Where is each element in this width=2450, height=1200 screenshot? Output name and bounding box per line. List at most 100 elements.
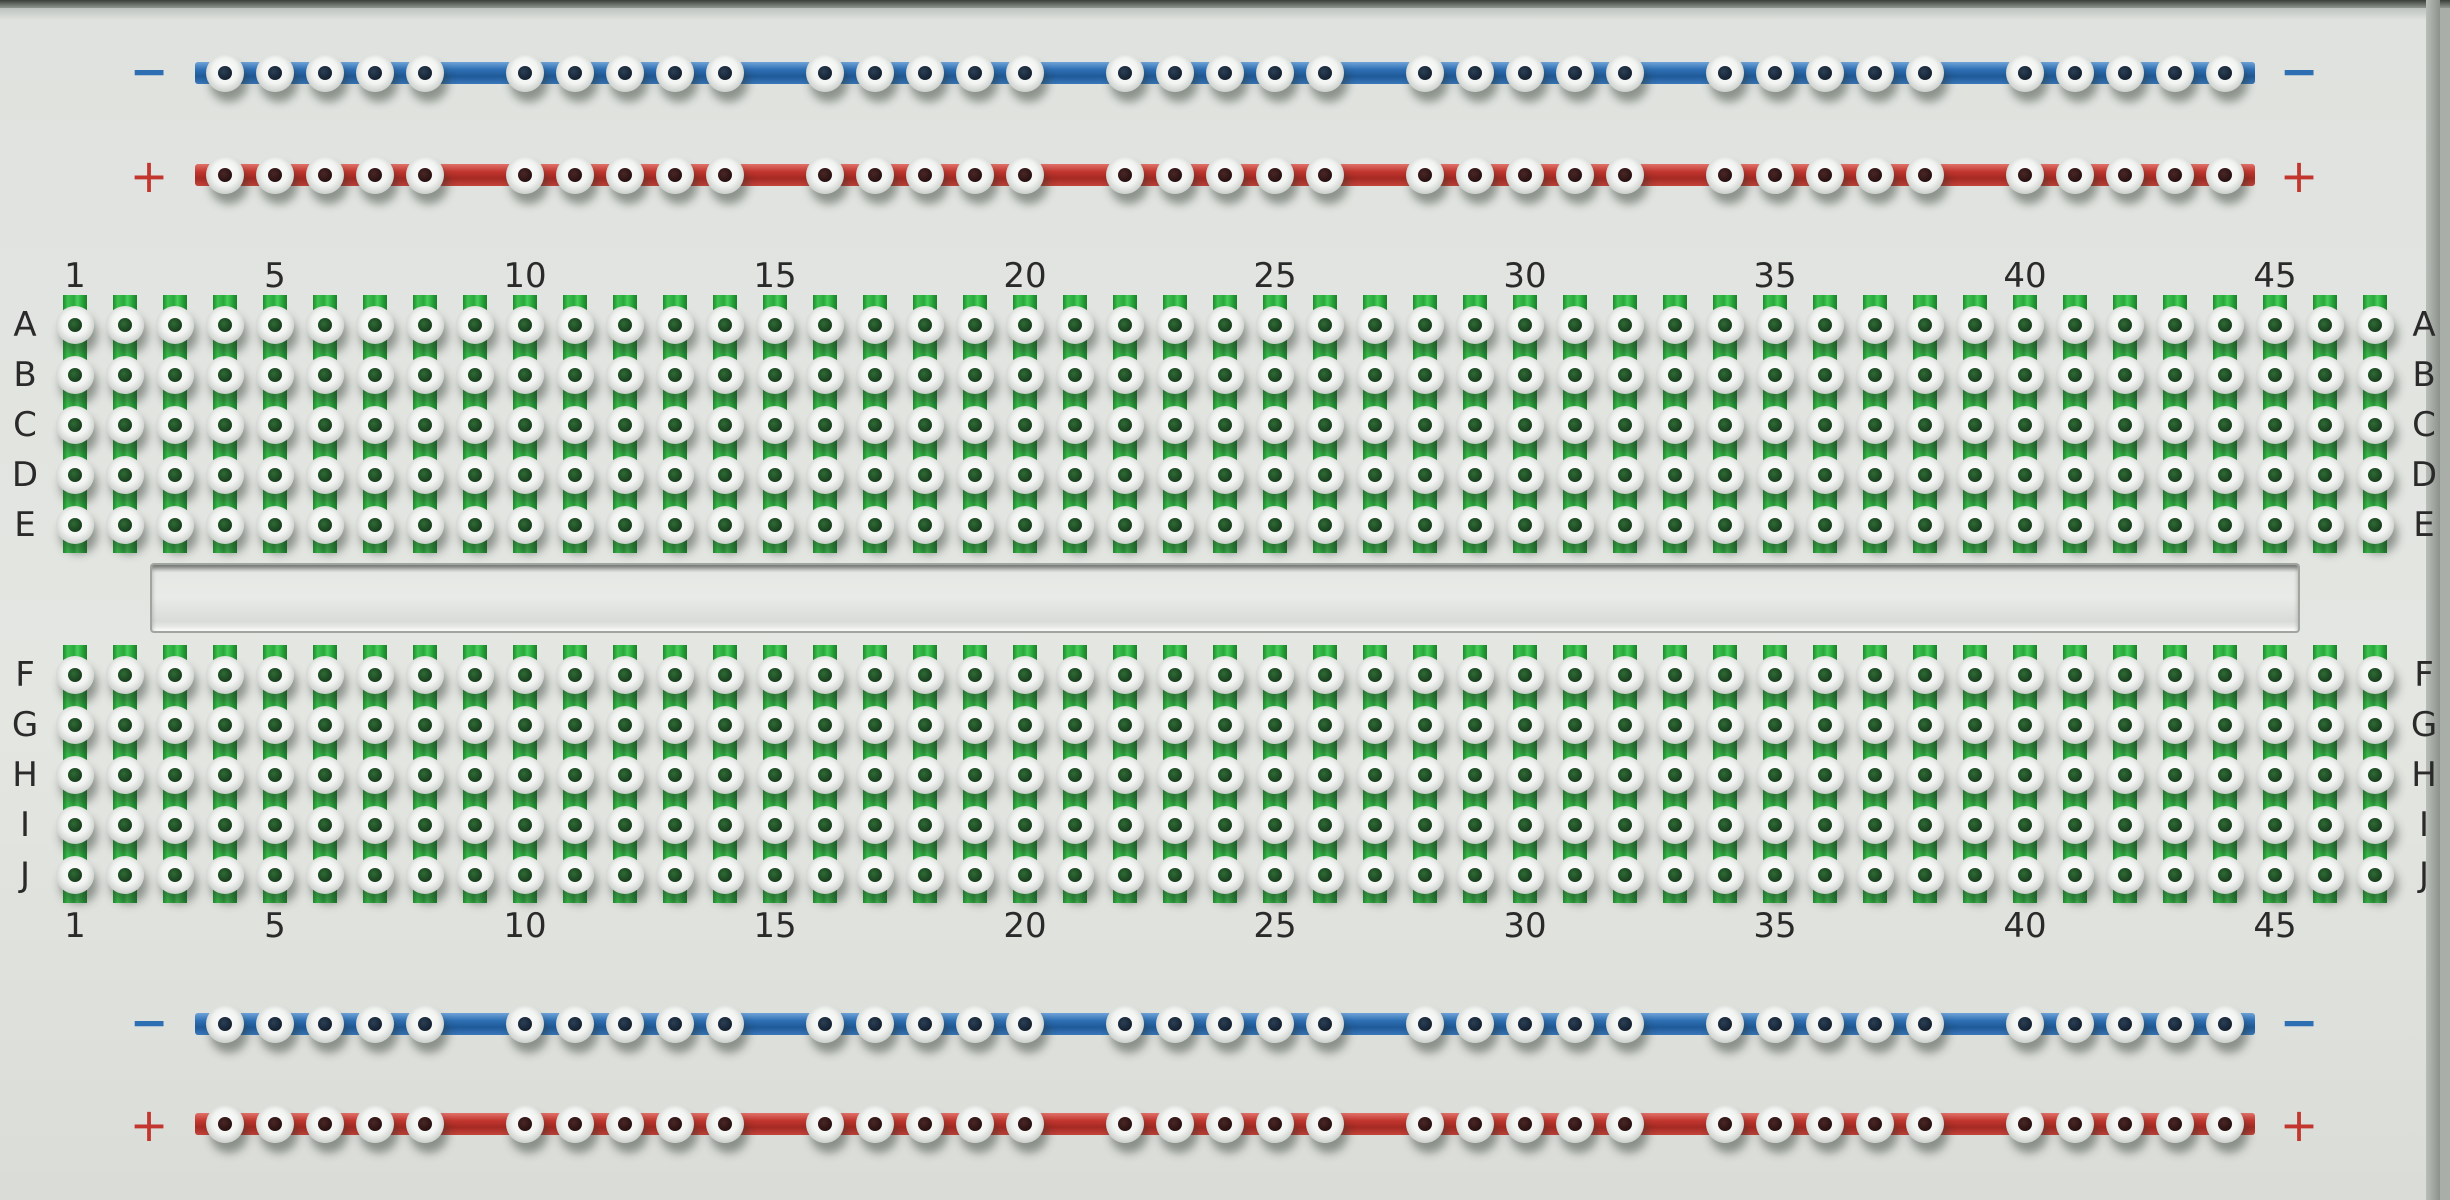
top-positive-rail-hole-21[interactable] <box>1406 156 1444 194</box>
terminal-hole-D8[interactable] <box>406 456 444 494</box>
terminal-hole-B19[interactable] <box>956 356 994 394</box>
terminal-hole-B27[interactable] <box>1356 356 1394 394</box>
terminal-hole-G6[interactable] <box>306 706 344 744</box>
terminal-hole-E1[interactable] <box>56 506 94 544</box>
terminal-hole-J39[interactable] <box>1956 856 1994 894</box>
terminal-hole-J20[interactable] <box>1006 856 1044 894</box>
terminal-hole-I10[interactable] <box>506 806 544 844</box>
bottom-negative-rail-hole-7[interactable] <box>556 1005 594 1043</box>
bottom-negative-rail-hole-14[interactable] <box>956 1005 994 1043</box>
terminal-hole-I8[interactable] <box>406 806 444 844</box>
terminal-hole-J5[interactable] <box>256 856 294 894</box>
terminal-hole-B38[interactable] <box>1906 356 1944 394</box>
terminal-hole-J47[interactable] <box>2356 856 2394 894</box>
bottom-negative-rail-hole-21[interactable] <box>1406 1005 1444 1043</box>
bottom-positive-rail-hole-21[interactable] <box>1406 1105 1444 1143</box>
bottom-negative-rail-hole-9[interactable] <box>656 1005 694 1043</box>
terminal-hole-H21[interactable] <box>1056 756 1094 794</box>
terminal-hole-J29[interactable] <box>1456 856 1494 894</box>
terminal-hole-I6[interactable] <box>306 806 344 844</box>
terminal-hole-J22[interactable] <box>1106 856 1144 894</box>
terminal-hole-D44[interactable] <box>2206 456 2244 494</box>
terminal-hole-J11[interactable] <box>556 856 594 894</box>
terminal-hole-F25[interactable] <box>1256 656 1294 694</box>
terminal-hole-C42[interactable] <box>2106 406 2144 444</box>
terminal-hole-H34[interactable] <box>1706 756 1744 794</box>
terminal-hole-J10[interactable] <box>506 856 544 894</box>
terminal-hole-E46[interactable] <box>2306 506 2344 544</box>
terminal-hole-A40[interactable] <box>2006 306 2044 344</box>
terminal-hole-B12[interactable] <box>606 356 644 394</box>
terminal-hole-G24[interactable] <box>1206 706 1244 744</box>
terminal-hole-G39[interactable] <box>1956 706 1994 744</box>
terminal-hole-I12[interactable] <box>606 806 644 844</box>
terminal-hole-A4[interactable] <box>206 306 244 344</box>
top-negative-rail-hole-26[interactable] <box>1706 54 1744 92</box>
terminal-hole-H11[interactable] <box>556 756 594 794</box>
top-positive-rail-hole-28[interactable] <box>1806 156 1844 194</box>
terminal-hole-G33[interactable] <box>1656 706 1694 744</box>
terminal-hole-H12[interactable] <box>606 756 644 794</box>
terminal-hole-G43[interactable] <box>2156 706 2194 744</box>
terminal-hole-J45[interactable] <box>2256 856 2294 894</box>
terminal-hole-H2[interactable] <box>106 756 144 794</box>
terminal-hole-D13[interactable] <box>656 456 694 494</box>
terminal-hole-F32[interactable] <box>1606 656 1644 694</box>
top-positive-rail-hole-14[interactable] <box>956 156 994 194</box>
bottom-positive-rail-hole-5[interactable] <box>406 1105 444 1143</box>
terminal-hole-E39[interactable] <box>1956 506 1994 544</box>
terminal-hole-C36[interactable] <box>1806 406 1844 444</box>
top-positive-rail-hole-16[interactable] <box>1106 156 1144 194</box>
terminal-hole-H43[interactable] <box>2156 756 2194 794</box>
terminal-hole-C34[interactable] <box>1706 406 1744 444</box>
terminal-hole-I39[interactable] <box>1956 806 1994 844</box>
terminal-hole-E33[interactable] <box>1656 506 1694 544</box>
bottom-negative-rail-hole-29[interactable] <box>1856 1005 1894 1043</box>
top-negative-rail-hole-17[interactable] <box>1156 54 1194 92</box>
terminal-hole-I43[interactable] <box>2156 806 2194 844</box>
bottom-positive-rail-hole-34[interactable] <box>2156 1105 2194 1143</box>
terminal-hole-G9[interactable] <box>456 706 494 744</box>
terminal-hole-C29[interactable] <box>1456 406 1494 444</box>
top-negative-rail-hole-7[interactable] <box>556 54 594 92</box>
terminal-hole-J2[interactable] <box>106 856 144 894</box>
terminal-hole-E34[interactable] <box>1706 506 1744 544</box>
bottom-positive-rail-hole-14[interactable] <box>956 1105 994 1143</box>
terminal-hole-F42[interactable] <box>2106 656 2144 694</box>
bottom-negative-rail-hole-25[interactable] <box>1606 1005 1644 1043</box>
terminal-hole-D41[interactable] <box>2056 456 2094 494</box>
bottom-positive-rail-hole-6[interactable] <box>506 1105 544 1143</box>
terminal-hole-G22[interactable] <box>1106 706 1144 744</box>
terminal-hole-G14[interactable] <box>706 706 744 744</box>
terminal-hole-D5[interactable] <box>256 456 294 494</box>
bottom-positive-rail-hole-13[interactable] <box>906 1105 944 1143</box>
top-positive-rail-hole-17[interactable] <box>1156 156 1194 194</box>
terminal-hole-G25[interactable] <box>1256 706 1294 744</box>
top-negative-rail-hole-21[interactable] <box>1406 54 1444 92</box>
terminal-hole-I32[interactable] <box>1606 806 1644 844</box>
terminal-hole-F39[interactable] <box>1956 656 1994 694</box>
terminal-hole-B32[interactable] <box>1606 356 1644 394</box>
bottom-negative-rail-hole-8[interactable] <box>606 1005 644 1043</box>
terminal-hole-C43[interactable] <box>2156 406 2194 444</box>
terminal-hole-B43[interactable] <box>2156 356 2194 394</box>
bottom-negative-rail-hole-24[interactable] <box>1556 1005 1594 1043</box>
terminal-hole-E6[interactable] <box>306 506 344 544</box>
bottom-positive-rail-hole-17[interactable] <box>1156 1105 1194 1143</box>
terminal-hole-A1[interactable] <box>56 306 94 344</box>
terminal-hole-E30[interactable] <box>1506 506 1544 544</box>
terminal-hole-C14[interactable] <box>706 406 744 444</box>
terminal-hole-B41[interactable] <box>2056 356 2094 394</box>
terminal-hole-C8[interactable] <box>406 406 444 444</box>
terminal-hole-B28[interactable] <box>1406 356 1444 394</box>
terminal-hole-I33[interactable] <box>1656 806 1694 844</box>
terminal-hole-D11[interactable] <box>556 456 594 494</box>
terminal-hole-G19[interactable] <box>956 706 994 744</box>
terminal-hole-A45[interactable] <box>2256 306 2294 344</box>
terminal-hole-J33[interactable] <box>1656 856 1694 894</box>
terminal-hole-D30[interactable] <box>1506 456 1544 494</box>
terminal-hole-G40[interactable] <box>2006 706 2044 744</box>
terminal-hole-H44[interactable] <box>2206 756 2244 794</box>
bottom-negative-rail-hole-30[interactable] <box>1906 1005 1944 1043</box>
terminal-hole-A38[interactable] <box>1906 306 1944 344</box>
